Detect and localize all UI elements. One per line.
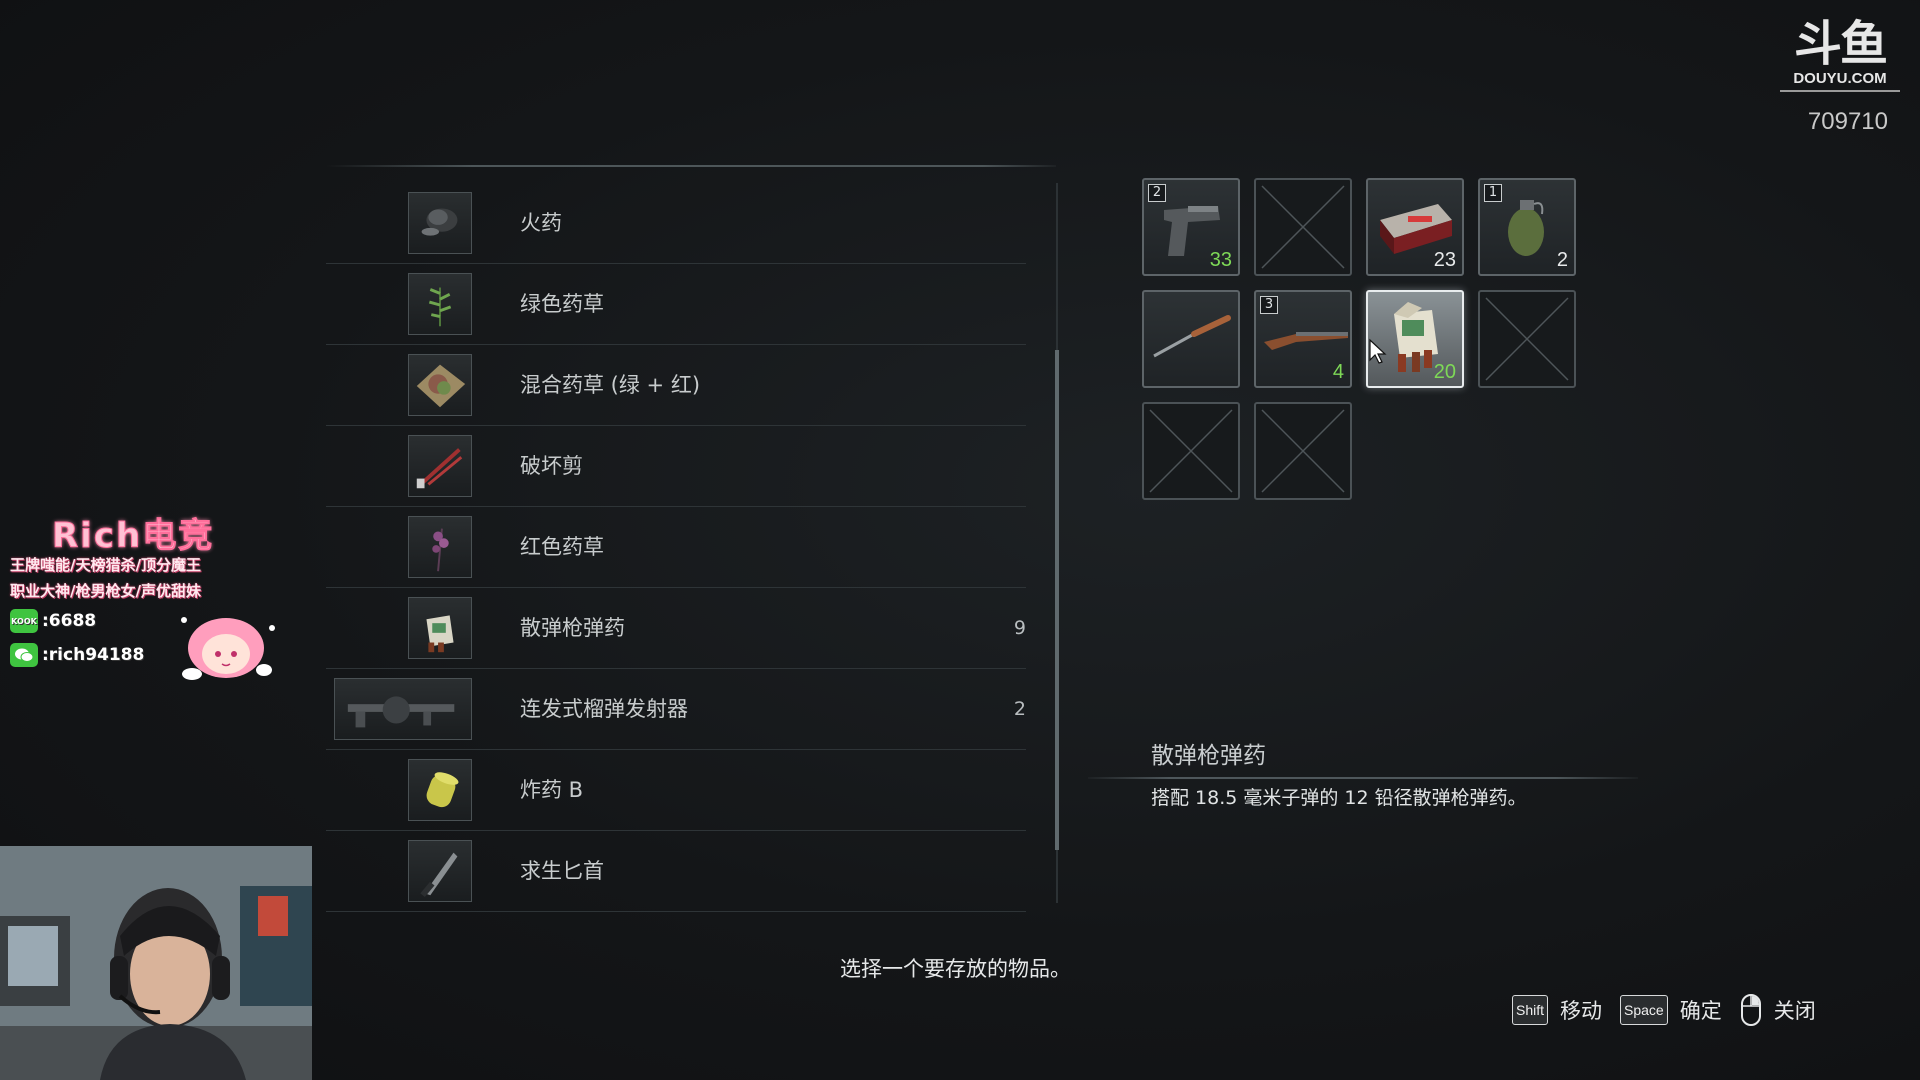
storage-row-shotgun-shells[interactable]: 散弹枪弹药 9 — [326, 588, 1026, 669]
item-name: 连发式榴弹发射器 — [520, 697, 688, 721]
slot-hotkey-badge: 3 — [1260, 296, 1278, 314]
kook-contact: KOOK :6688 — [10, 608, 96, 634]
empty-slot-x-icon — [1149, 409, 1233, 493]
wechat-id: :rich94188 — [42, 645, 145, 665]
game-storage-screen: 斗鱼 DOUYU.COM 709710 火药 绿色药草 混合药草 (绿 + 红) — [0, 0, 1920, 1080]
slot-quantity: 23 — [1433, 249, 1456, 271]
grenade-launcher-icon — [334, 678, 472, 740]
shotgun-shells-icon — [408, 597, 472, 659]
slot-empty[interactable] — [1254, 178, 1352, 276]
douyu-logo: 斗鱼 — [1793, 16, 1888, 72]
red-herb-icon — [408, 516, 472, 578]
empty-slot-x-icon — [1485, 297, 1569, 381]
slot-grenade[interactable]: 1 2 — [1478, 178, 1576, 276]
empty-slot-x-icon — [1261, 185, 1345, 269]
webcam-feed — [0, 846, 312, 1080]
item-description-title: 散弹枪弹药 — [1151, 743, 1266, 769]
slot-pistol[interactable]: 2 33 — [1142, 178, 1240, 276]
move-hint-label[interactable]: 移动 — [1560, 995, 1602, 1025]
slot-quantity: 33 — [1209, 249, 1232, 271]
streamer-name: Rich电竞 — [51, 516, 215, 557]
kook-id: :6688 — [42, 611, 97, 631]
slot-hotkey-badge: 2 — [1148, 184, 1166, 202]
explosive-b-icon — [408, 759, 472, 821]
mouse-cursor-icon — [1369, 338, 1387, 364]
green-herb-icon — [408, 273, 472, 335]
item-name: 红色药草 — [520, 535, 604, 559]
item-name: 炸药 B — [520, 778, 584, 802]
close-hint-label[interactable]: 关闭 — [1774, 995, 1816, 1025]
slot-quantity: 20 — [1433, 361, 1456, 383]
slot-quantity: 4 — [1332, 361, 1344, 383]
item-description-text: 搭配 18.5 毫米子弹的 12 铅径散弹枪弹药。 — [1151, 787, 1527, 809]
space-key-icon: Space — [1620, 995, 1668, 1025]
storage-row-grenade-launcher[interactable]: 连发式榴弹发射器 2 — [326, 669, 1026, 750]
room-id: 709710 — [1807, 108, 1888, 135]
storage-item-list: 火药 绿色药草 混合药草 (绿 + 红) 破坏剪 红色药草 散弹枪弹药 9 连发… — [326, 183, 1026, 912]
slot-handgun-ammo[interactable]: 23 — [1366, 178, 1464, 276]
streamer-overlay: Rich电竞 王牌嗤能/天榜猎杀/顶分魔王 职业大神/枪男枪女/声优甜妹 KOO… — [8, 508, 275, 683]
slot-hotkey-badge: 1 — [1484, 184, 1502, 202]
empty-slot-x-icon — [1261, 409, 1345, 493]
kook-badge-text: KOOK — [11, 616, 37, 626]
item-name: 火药 — [520, 211, 562, 235]
slot-empty[interactable] — [1478, 290, 1576, 388]
storage-row-green-herb[interactable]: 绿色药草 — [326, 264, 1026, 345]
streamer-tagline: 职业大神/枪男枪女/声优甜妹 — [10, 582, 201, 600]
item-name: 破坏剪 — [520, 454, 583, 478]
douyu-domain: DOUYU.COM — [1780, 70, 1900, 92]
item-count: 2 — [1013, 698, 1026, 720]
kook-badge-icon: KOOK — [10, 609, 38, 633]
item-count: 9 — [1013, 617, 1026, 639]
storage-row-gunpowder[interactable]: 火药 — [326, 183, 1026, 264]
control-hints: Shift 移动 Space 确定 关闭 — [1512, 992, 1834, 1028]
wechat-icon — [10, 643, 38, 667]
mouse-right-click-icon — [1740, 994, 1761, 1026]
bolt-cutter-icon — [408, 435, 472, 497]
shift-key-icon: Shift — [1512, 995, 1549, 1025]
confirm-hint-label[interactable]: 确定 — [1680, 995, 1722, 1025]
description-divider — [1088, 777, 1638, 779]
survival-knife-icon — [408, 840, 472, 902]
slot-quantity: 2 — [1556, 249, 1568, 271]
wechat-contact: :rich94188 — [10, 642, 144, 668]
list-scrollbar-thumb[interactable] — [1055, 350, 1059, 850]
slot-empty[interactable] — [1254, 402, 1352, 500]
item-name: 散弹枪弹药 — [520, 616, 625, 640]
storage-row-explosive-b[interactable]: 炸药 B — [326, 750, 1026, 831]
item-name: 混合药草 (绿 + 红) — [520, 373, 701, 397]
item-name: 求生匕首 — [520, 859, 604, 883]
douyu-watermark: 斗鱼 DOUYU.COM — [1780, 18, 1900, 92]
storage-row-survival-knife[interactable]: 求生匕首 — [326, 831, 1026, 912]
mixed-herb-icon — [408, 354, 472, 416]
storage-row-bolt-cutter[interactable]: 破坏剪 — [326, 426, 1026, 507]
item-name: 绿色药草 — [520, 292, 604, 316]
chibi-mascot-icon — [181, 617, 275, 680]
streamer-tagline: 王牌嗤能/天榜猎杀/顶分魔王 — [10, 556, 201, 574]
list-divider — [326, 165, 1056, 167]
slot-shotgun[interactable]: 3 4 — [1254, 290, 1352, 388]
instruction-prompt: 选择一个要存放的物品。 — [840, 957, 1071, 981]
storage-row-mixed-herb[interactable]: 混合药草 (绿 + 红) — [326, 345, 1026, 426]
slot-empty[interactable] — [1142, 402, 1240, 500]
streamer-camera-image — [0, 846, 312, 1080]
gunpowder-icon — [408, 192, 472, 254]
slot-knife[interactable] — [1142, 290, 1240, 388]
combat-knife-icon — [1153, 315, 1231, 358]
storage-row-red-herb[interactable]: 红色药草 — [326, 507, 1026, 588]
